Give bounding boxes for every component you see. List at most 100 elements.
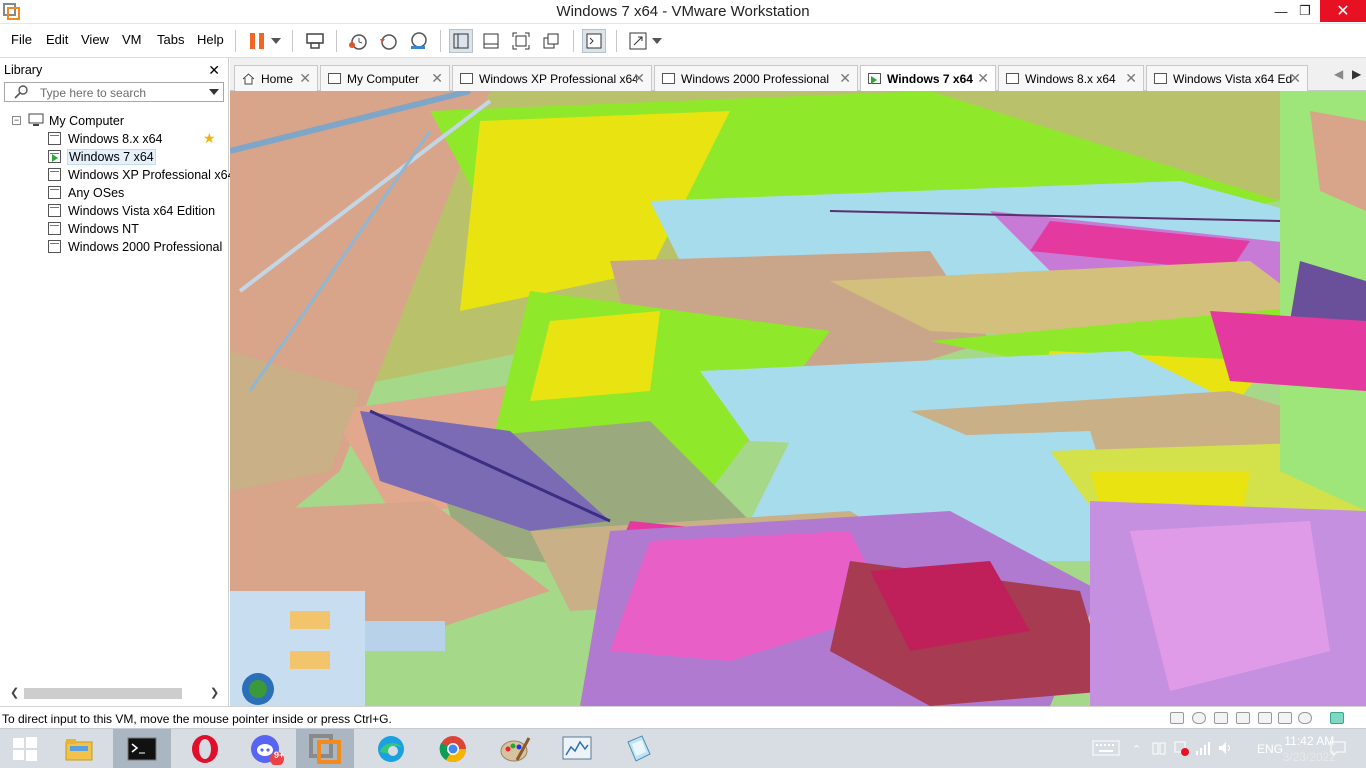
start-button-icon[interactable] <box>0 729 50 768</box>
network-error-icon[interactable] <box>1173 740 1190 759</box>
tab-close-icon[interactable]: ✕ <box>299 70 311 87</box>
tree-root-my-computer[interactable]: − My Computer <box>8 112 224 130</box>
tab-close-icon[interactable]: ✕ <box>431 70 443 87</box>
library-tree: − My Computer Windows 8.x x64 ★ Windows … <box>8 112 235 256</box>
tab-scroll-right-icon[interactable]: ▶ <box>1352 67 1361 81</box>
send-ctrl-alt-del-icon[interactable] <box>303 29 327 53</box>
library-horizontal-scrollbar[interactable]: ❮ ❯ <box>4 686 224 700</box>
tab-close-icon[interactable]: ✕ <box>1289 70 1301 87</box>
chrome-icon[interactable] <box>424 729 482 768</box>
vm-icon <box>460 73 473 84</box>
hard-disk-icon[interactable] <box>1170 712 1184 724</box>
paint-icon[interactable] <box>486 729 544 768</box>
vm-display[interactable] <box>230 91 1366 706</box>
menu-toolbar: File Edit View VM Tabs Help <box>0 24 1366 58</box>
menu-vm[interactable]: VM <box>122 32 142 47</box>
collapse-icon[interactable]: − <box>12 116 21 125</box>
tab-label: Windows 8.x x64 <box>1025 72 1116 86</box>
vmware-workstation-icon[interactable] <box>296 729 354 768</box>
power-dropdown-icon[interactable] <box>269 29 283 53</box>
library-item-label: Windows XP Professional x64 <box>68 168 235 182</box>
search-placeholder: Type here to search <box>40 86 147 100</box>
scroll-right-icon[interactable]: ❯ <box>210 686 219 699</box>
tab-close-icon[interactable]: ✕ <box>1125 70 1137 87</box>
library-close-icon[interactable]: ✕ <box>208 62 220 79</box>
menu-help[interactable]: Help <box>197 32 224 47</box>
vm-icon <box>1006 73 1019 84</box>
command-prompt-icon[interactable] <box>113 729 171 768</box>
menu-file[interactable]: File <box>11 32 32 47</box>
opera-icon[interactable] <box>176 729 234 768</box>
windows-taskbar: 9+ ⌃ ENG 11:42 AM 3/23/2022 <box>0 728 1366 768</box>
menu-view[interactable]: View <box>81 32 109 47</box>
sound-card-icon[interactable] <box>1278 712 1292 724</box>
file-explorer-icon[interactable] <box>50 729 108 768</box>
network-adapter-icon[interactable] <box>1214 712 1228 724</box>
system-monitor-icon[interactable] <box>548 729 606 768</box>
stretch-dropdown-icon[interactable] <box>650 29 664 53</box>
snapshot-revert-icon[interactable] <box>376 29 400 53</box>
tab-my-computer[interactable]: My Computer ✕ <box>320 65 450 91</box>
vm-display-glitch-image <box>230 91 1366 706</box>
discord-icon[interactable]: 9+ <box>238 729 296 768</box>
tab-close-icon[interactable]: ✕ <box>977 70 989 87</box>
edge-icon[interactable] <box>362 729 420 768</box>
tab-scroll-left-icon[interactable]: ◀ <box>1334 67 1343 81</box>
tab-windows-7-x64[interactable]: Windows 7 x64 ✕ <box>860 65 996 92</box>
tab-windows-2000-professional[interactable]: Windows 2000 Professional ✕ <box>654 65 858 91</box>
tab-windows-8x-x64[interactable]: Windows 8.x x64 ✕ <box>998 65 1144 91</box>
settings-icon[interactable] <box>1298 712 1312 724</box>
stretch-guest-icon[interactable] <box>626 29 650 53</box>
unity-icon[interactable] <box>539 29 563 53</box>
notification-center-icon[interactable] <box>1329 739 1347 760</box>
library-item-windows-nt[interactable]: Windows NT <box>8 220 224 238</box>
tab-windows-vista-x64-edition[interactable]: Windows Vista x64 Ed... ✕ <box>1146 65 1308 91</box>
close-icon[interactable]: ✕ <box>1320 0 1366 22</box>
touch-keyboard-icon[interactable] <box>1092 740 1120 759</box>
library-item-any-oses[interactable]: Any OSes <box>8 184 224 202</box>
search-dropdown-icon[interactable] <box>209 89 219 95</box>
show-hidden-icons-icon[interactable]: ⌃ <box>1132 743 1141 756</box>
library-search-input[interactable]: Type here to search <box>4 82 224 102</box>
app-icon[interactable] <box>610 729 668 768</box>
snapshot-take-icon[interactable] <box>346 29 370 53</box>
library-item-windows-7-x64[interactable]: Windows 7 x64 <box>8 148 224 166</box>
scrollbar-thumb[interactable] <box>24 688 182 699</box>
show-library-icon[interactable] <box>449 29 473 53</box>
favorite-star-icon: ★ <box>203 130 216 146</box>
tab-close-icon[interactable]: ✕ <box>839 70 851 87</box>
tab-close-icon[interactable]: ✕ <box>633 70 645 87</box>
vm-icon <box>48 132 61 145</box>
tab-home[interactable]: Home ✕ <box>234 65 318 91</box>
signal-icon[interactable] <box>1195 740 1211 759</box>
usb-icon[interactable] <box>1258 712 1272 724</box>
message-log-icon[interactable] <box>1330 712 1344 724</box>
thumbnail-bar-icon[interactable] <box>479 29 503 53</box>
cd-dvd-icon[interactable] <box>1192 712 1206 724</box>
full-screen-icon[interactable] <box>509 29 533 53</box>
snapshot-manager-icon[interactable] <box>406 29 430 53</box>
system-tray: ⌃ <box>1092 729 1233 768</box>
tab-label: Windows Vista x64 Ed... <box>1173 72 1293 86</box>
console-view-icon[interactable] <box>582 29 606 53</box>
menu-edit[interactable]: Edit <box>46 32 68 47</box>
window-title: Windows 7 x64 - VMware Workstation <box>556 3 810 20</box>
pause-icon[interactable] <box>245 29 269 53</box>
library-item-windows-2000-professional[interactable]: Windows 2000 Professional <box>8 238 224 256</box>
tab-label: Windows 2000 Professional <box>681 72 830 86</box>
tab-label: Windows XP Professional x64 ... <box>479 72 637 86</box>
library-item-windows-vista-x64-edition[interactable]: Windows Vista x64 Edition <box>8 202 224 220</box>
restore-icon[interactable]: ❐ <box>1290 0 1320 22</box>
scroll-left-icon[interactable]: ❮ <box>10 686 19 699</box>
menu-tabs[interactable]: Tabs <box>157 32 184 47</box>
volume-icon[interactable] <box>1217 740 1233 759</box>
library-item-windows-8x-x64[interactable]: Windows 8.x x64 ★ <box>8 130 224 148</box>
tab-windows-xp-professional-x64[interactable]: Windows XP Professional x64 ... ✕ <box>452 65 652 91</box>
taskbar-clock[interactable]: 11:42 AM 3/23/2022 <box>1283 733 1336 765</box>
device-icon[interactable] <box>1151 740 1167 759</box>
toolbar-separator <box>573 30 574 52</box>
printer-icon[interactable] <box>1236 712 1250 724</box>
language-indicator[interactable]: ENG <box>1257 742 1283 756</box>
library-item-windows-xp-professional-x64[interactable]: Windows XP Professional x64 <box>8 166 235 184</box>
vm-icon <box>48 204 61 217</box>
